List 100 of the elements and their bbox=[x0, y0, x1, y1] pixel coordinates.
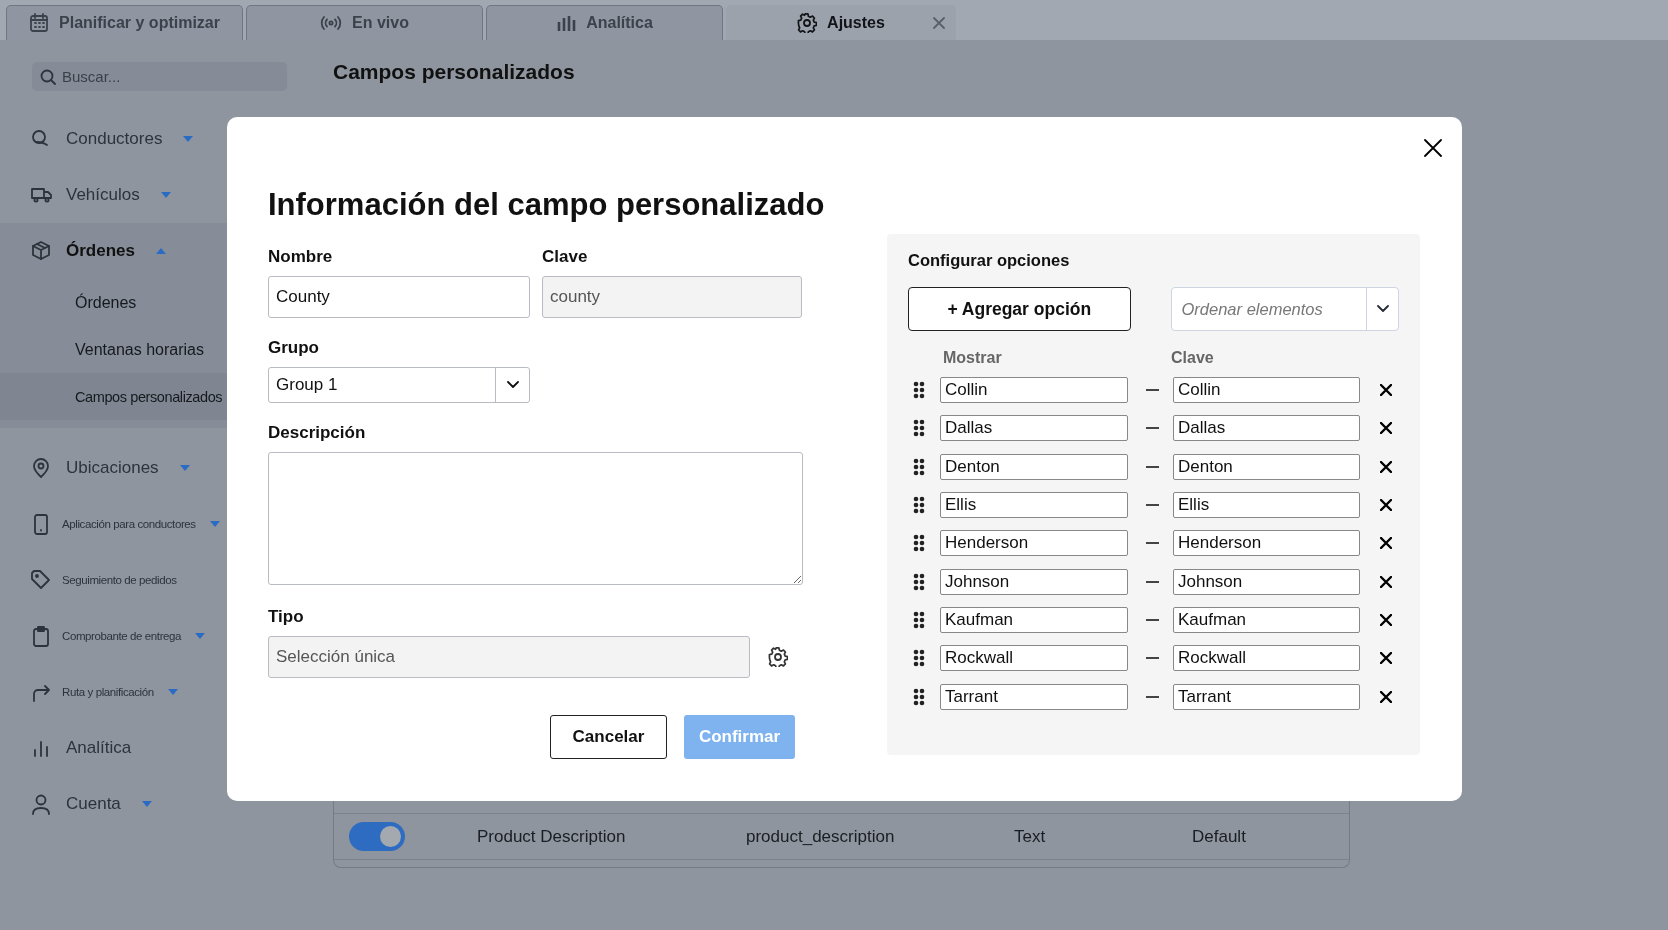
drag-handle-icon[interactable] bbox=[913, 496, 925, 515]
sidebar-subitem[interactable]: Ventanas horarias bbox=[0, 326, 230, 373]
input-field[interactable]: Kaufman bbox=[1173, 606, 1360, 633]
sidebar-item[interactable]: Conductores bbox=[0, 111, 230, 167]
remove-button[interactable] bbox=[1380, 690, 1392, 703]
sort-dropdown[interactable]: Ordenar elementos bbox=[1170, 287, 1399, 331]
drag-handle-icon[interactable] bbox=[913, 687, 925, 706]
panel-title: Configurar opciones bbox=[908, 251, 1071, 270]
clipboard-icon bbox=[30, 625, 52, 647]
sidebar-item[interactable]: Ruta y planificación bbox=[0, 664, 230, 720]
input-field[interactable]: Johnson bbox=[940, 568, 1128, 595]
close-icon bbox=[1380, 690, 1392, 703]
toggle-switch[interactable] bbox=[349, 822, 405, 851]
input-field[interactable]: Rockwall bbox=[1173, 645, 1360, 672]
close-icon bbox=[1380, 537, 1392, 550]
dash-icon bbox=[1146, 465, 1159, 468]
close-icon[interactable] bbox=[933, 17, 945, 29]
column-header: Mostrar bbox=[943, 349, 1003, 367]
close-icon bbox=[1380, 384, 1392, 397]
field-label: Descripción bbox=[268, 423, 367, 443]
table-cell: Default bbox=[1192, 826, 1246, 847]
cancel-button[interactable]: Cancelar bbox=[550, 715, 667, 759]
input-field[interactable]: Ellis bbox=[940, 492, 1128, 519]
drag-handle-icon[interactable] bbox=[913, 649, 925, 668]
sidebar-item[interactable]: Analítica bbox=[0, 720, 230, 776]
input-field[interactable]: Henderson bbox=[940, 530, 1128, 557]
input-field[interactable]: Dallas bbox=[1173, 415, 1360, 442]
input-field[interactable]: Ellis bbox=[1173, 492, 1360, 519]
close-icon bbox=[1424, 139, 1442, 157]
drag-handle-icon[interactable] bbox=[913, 572, 925, 591]
close-icon bbox=[1380, 575, 1392, 588]
remove-button[interactable] bbox=[1380, 613, 1392, 626]
box-icon bbox=[30, 240, 52, 262]
remove-button[interactable] bbox=[1380, 499, 1392, 512]
remove-button[interactable] bbox=[1380, 460, 1392, 473]
dash-icon bbox=[1146, 580, 1159, 583]
input-field[interactable]: Denton bbox=[1173, 453, 1360, 480]
column-header: Clave bbox=[1171, 349, 1214, 367]
close-icon bbox=[1380, 499, 1392, 512]
close-icon bbox=[1380, 422, 1392, 435]
table-cell-text: product_description bbox=[746, 826, 896, 847]
location-pin-icon bbox=[30, 457, 52, 479]
chevron-down-icon bbox=[1376, 305, 1389, 313]
drag-handle-icon[interactable] bbox=[913, 534, 925, 553]
dash-icon bbox=[1146, 657, 1159, 660]
drag-handle-icon[interactable] bbox=[913, 419, 925, 438]
dialog-title: Información del campo personalizado bbox=[268, 187, 825, 223]
sidebar-item[interactable]: Vehículos bbox=[0, 167, 230, 223]
field-label: Grupo bbox=[268, 338, 320, 358]
drag-handle-icon[interactable] bbox=[913, 610, 925, 629]
search-icon bbox=[40, 69, 56, 85]
input-field[interactable]: County bbox=[268, 276, 530, 318]
close-icon bbox=[1380, 460, 1392, 473]
bar-chart-icon bbox=[556, 14, 577, 32]
gear-icon[interactable] bbox=[768, 647, 788, 667]
sidebar-item[interactable]: Aplicación para conductores bbox=[0, 496, 230, 552]
calendar-icon bbox=[29, 13, 50, 33]
sidebar-subitem[interactable]: Órdenes bbox=[0, 279, 230, 326]
chevron-down-icon bbox=[506, 381, 519, 389]
table-cell-text: Text bbox=[1014, 826, 1047, 847]
drag-handle-icon[interactable] bbox=[913, 381, 925, 400]
dash-icon bbox=[1146, 427, 1159, 430]
dash-icon bbox=[1146, 504, 1159, 507]
table-cell-text: Product Description bbox=[477, 826, 627, 847]
sidebar-item[interactable]: Comprobante de entrega bbox=[0, 608, 230, 664]
input-field[interactable]: Tarrant bbox=[1173, 683, 1360, 710]
input-field[interactable]: Tarrant bbox=[940, 683, 1128, 710]
sidebar-item[interactable]: Cuenta bbox=[0, 776, 230, 832]
close-icon bbox=[1380, 652, 1392, 665]
remove-button[interactable] bbox=[1380, 384, 1392, 397]
broadcast-icon bbox=[320, 15, 343, 31]
input-field[interactable]: Denton bbox=[940, 453, 1128, 480]
add-option-button[interactable]: + Agregar opción bbox=[908, 287, 1131, 331]
input-field[interactable]: Collin bbox=[940, 377, 1128, 404]
field-label: Nombre bbox=[268, 247, 334, 267]
dash-icon bbox=[1146, 542, 1159, 545]
input-field[interactable]: Kaufman bbox=[940, 606, 1128, 633]
field-label: Clave bbox=[542, 247, 589, 267]
remove-button[interactable] bbox=[1380, 537, 1392, 550]
close-button[interactable] bbox=[1424, 139, 1442, 157]
drag-handle-icon[interactable] bbox=[913, 457, 925, 476]
sidebar-subitem[interactable]: Campos personalizados bbox=[0, 373, 230, 420]
sidebar-item[interactable]: Ubicaciones bbox=[0, 440, 230, 496]
page-title: Campos personalizados bbox=[333, 60, 576, 84]
input-field[interactable]: Henderson bbox=[1173, 530, 1360, 557]
dash-icon bbox=[1146, 618, 1159, 621]
tab[interactable]: Ajustes bbox=[726, 5, 956, 40]
remove-button[interactable] bbox=[1380, 422, 1392, 435]
gear-icon bbox=[797, 13, 818, 33]
remove-button[interactable] bbox=[1380, 652, 1392, 665]
input-field[interactable]: Johnson bbox=[1173, 568, 1360, 595]
dropdown[interactable]: Group 1 bbox=[268, 367, 530, 403]
dash-icon bbox=[1146, 389, 1159, 392]
input-field[interactable]: Collin bbox=[1173, 377, 1360, 404]
input-field[interactable]: Rockwall bbox=[940, 645, 1128, 672]
sidebar-item[interactable]: Seguimiento de pedidos bbox=[0, 552, 230, 608]
input-field[interactable]: Dallas bbox=[940, 415, 1128, 442]
remove-button[interactable] bbox=[1380, 575, 1392, 588]
search-field[interactable]: Buscar... bbox=[32, 62, 287, 91]
close-icon bbox=[1380, 613, 1392, 626]
